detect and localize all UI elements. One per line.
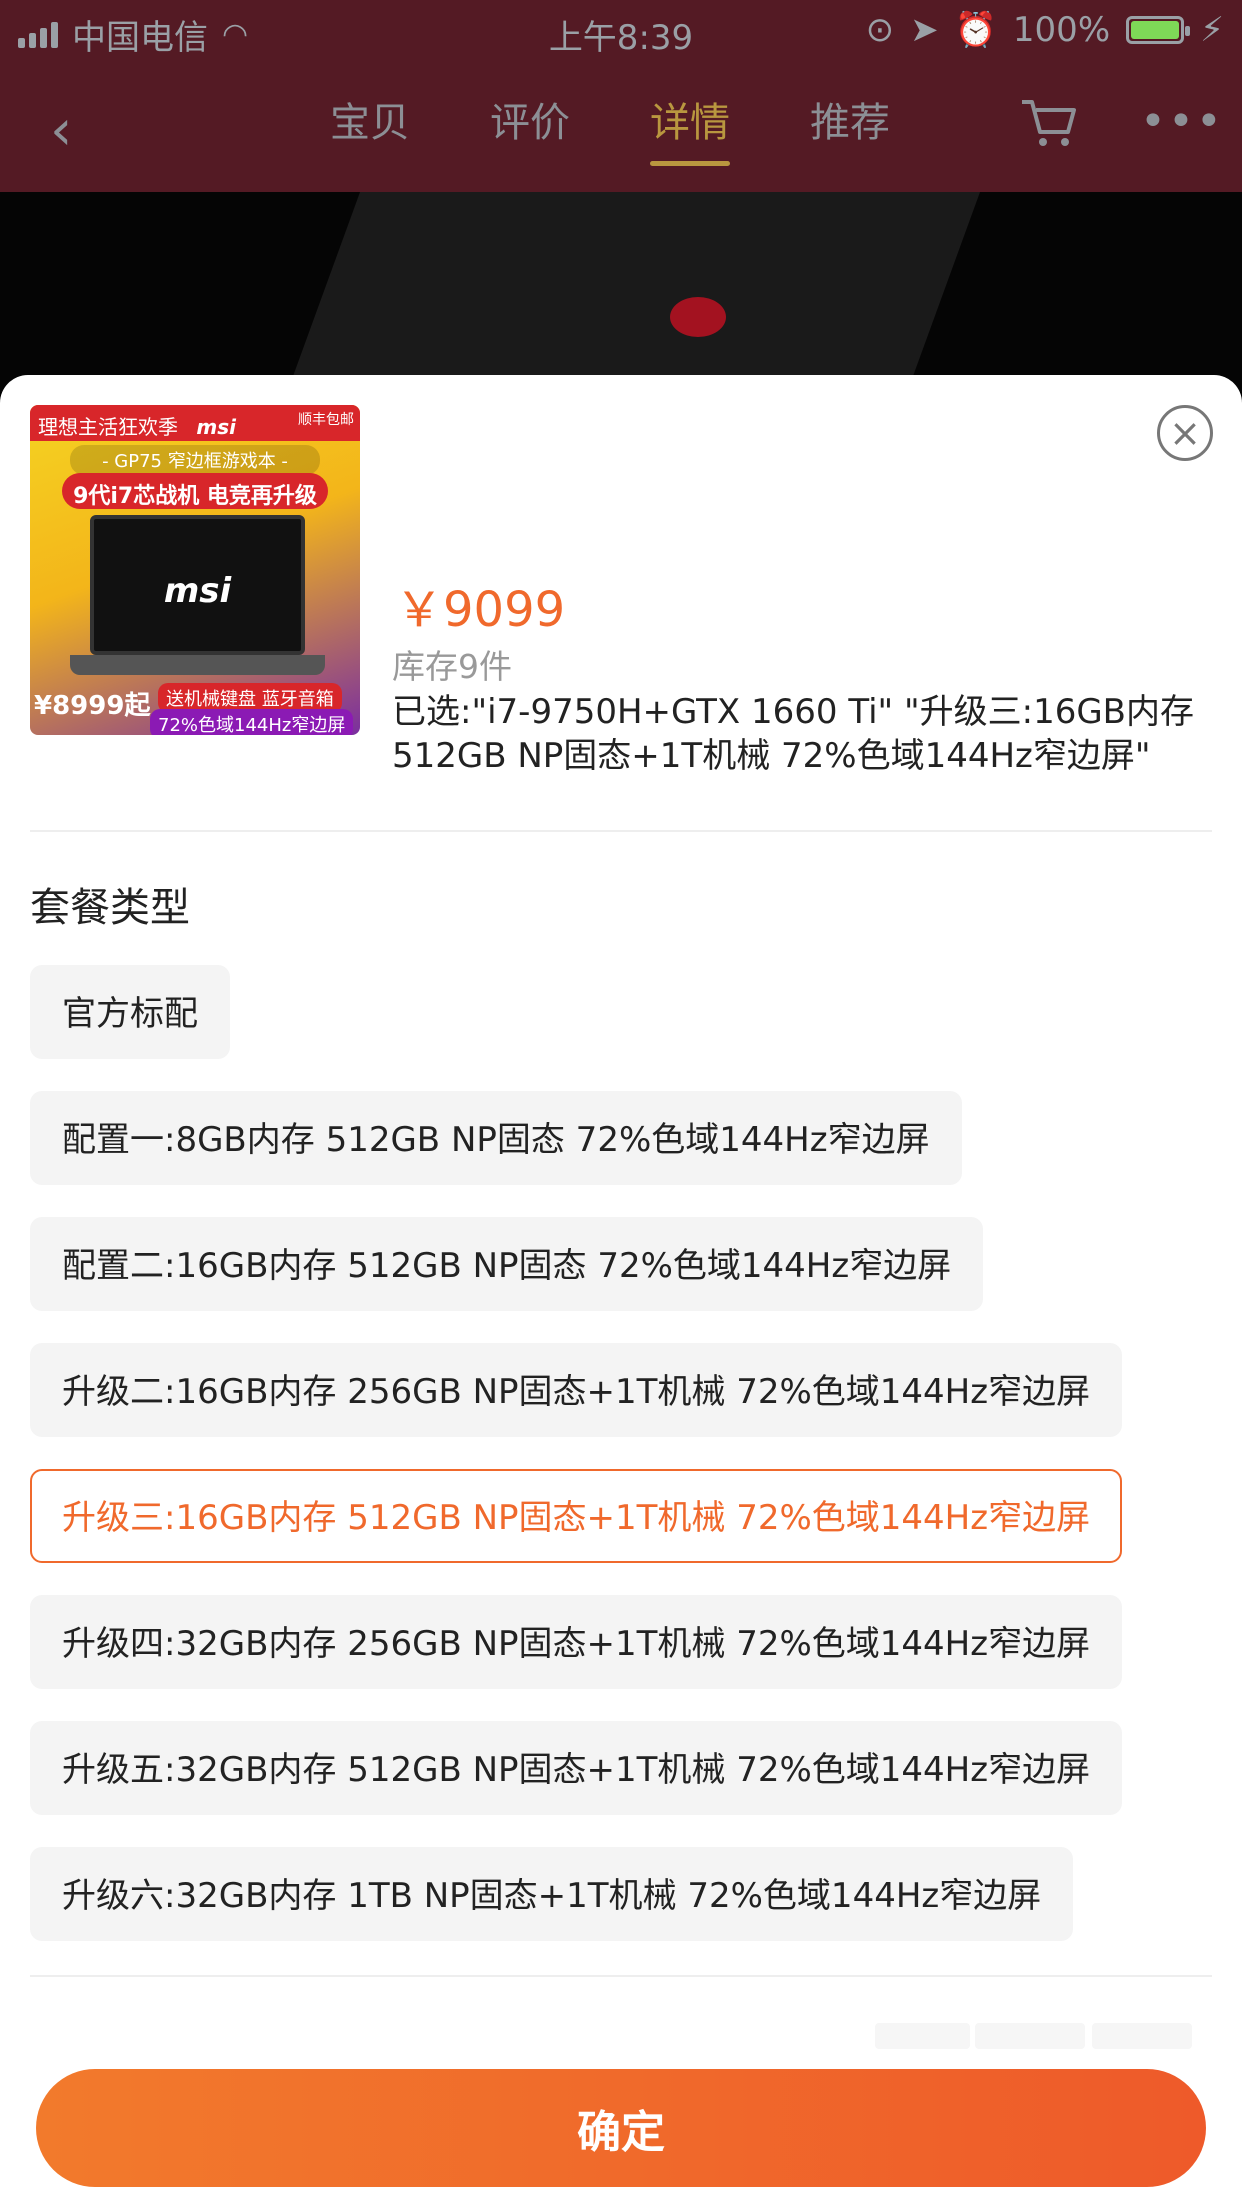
placeholder-bar: [1092, 2023, 1192, 2049]
sku-sheet: 理想主活狂欢季 msi 顺丰包邮 - GP75 窄边框游戏本 - 9代i7芯战机…: [0, 375, 1242, 2208]
package-option[interactable]: 升级五:32GB内存 512GB NP固态+1T机械 72%色域144Hz窄边屏: [30, 1721, 1123, 1815]
thumb-laptop: msi: [90, 515, 305, 655]
battery-level: [1131, 21, 1180, 39]
thumb-price: ¥8999起: [34, 691, 151, 721]
package-option-selected[interactable]: 升级三:16GB内存 512GB NP固态+1T机械 72%色域144Hz窄边屏: [30, 1469, 1123, 1563]
placeholder-bar: [975, 2023, 1085, 2049]
status-bar: 中国电信 ◠ 上午8:39 ⊙ ➤ ⏰ 100% ⚡: [0, 0, 1242, 62]
thumb-banner-text: 理想主活狂欢季: [38, 415, 178, 439]
tab-recommend[interactable]: 推荐: [810, 90, 890, 166]
close-icon[interactable]: ×: [1157, 405, 1213, 461]
laptop-silhouette: [279, 192, 981, 392]
tab-item[interactable]: 宝贝: [330, 90, 410, 166]
nav-bar: ‹ 宝贝 评价 详情 推荐 •••: [0, 70, 1242, 192]
charging-icon: ⚡: [1200, 10, 1224, 50]
section-title-package: 套餐类型: [30, 885, 190, 931]
more-icon[interactable]: •••: [1140, 96, 1224, 147]
package-option[interactable]: 配置一:8GB内存 512GB NP固态 72%色域144Hz窄边屏: [30, 1091, 962, 1185]
thumb-screen: 72%色域144Hz窄边屏: [150, 709, 354, 735]
thumb-title: - GP75 窄边框游戏本 -: [70, 445, 320, 475]
alarm-icon: ⏰: [954, 10, 997, 50]
product-hero-image: [0, 192, 1242, 392]
thumb-subtitle: 9代i7芯战机 电竞再升级: [62, 473, 328, 509]
product-thumbnail[interactable]: 理想主活狂欢季 msi 顺丰包邮 - GP75 窄边框游戏本 - 9代i7芯战机…: [30, 405, 360, 735]
confirm-button[interactable]: 确定: [36, 2069, 1206, 2187]
battery-icon: [1126, 16, 1191, 44]
battery-percent: 100%: [1012, 10, 1111, 50]
back-chevron-icon[interactable]: ‹: [50, 98, 72, 163]
lock-rotation-icon: ⊙: [865, 10, 895, 50]
header: 中国电信 ◠ 上午8:39 ⊙ ➤ ⏰ 100% ⚡ ‹ 宝贝 评价 详情 推荐…: [0, 0, 1242, 192]
placeholder-bar: [875, 2023, 970, 2049]
stock-count: 库存9件: [392, 647, 512, 686]
package-options: 官方标配 配置一:8GB内存 512GB NP固态 72%色域144Hz窄边屏 …: [30, 965, 1212, 1973]
selected-summary: 已选:"i7-9750H+GTX 1660 Ti" "升级三:16GB内存 51…: [392, 692, 1195, 776]
package-option[interactable]: 官方标配: [30, 965, 230, 1059]
location-icon: ➤: [910, 10, 939, 50]
package-option[interactable]: 配置二:16GB内存 512GB NP固态 72%色域144Hz窄边屏: [30, 1217, 984, 1311]
price: ￥9099: [395, 582, 566, 638]
thumb-tag: 顺丰包邮: [298, 412, 354, 428]
package-option[interactable]: 升级四:32GB内存 256GB NP固态+1T机械 72%色域144Hz窄边屏: [30, 1595, 1123, 1689]
cart-icon[interactable]: [1018, 92, 1078, 152]
tab-details[interactable]: 详情: [650, 90, 730, 166]
thumb-laptop-base: [70, 655, 325, 675]
status-right: ⊙ ➤ ⏰ 100% ⚡: [866, 10, 1224, 50]
tab-reviews[interactable]: 评价: [490, 90, 570, 166]
package-option[interactable]: 升级二:16GB内存 256GB NP固态+1T机械 72%色域144Hz窄边屏: [30, 1343, 1123, 1437]
brand-logo: [670, 297, 726, 337]
package-option[interactable]: 升级六:32GB内存 1TB NP固态+1T机械 72%色域144Hz窄边屏: [30, 1847, 1074, 1941]
thumb-banner: 理想主活狂欢季 msi 顺丰包邮: [30, 405, 360, 441]
nav-tabs: 宝贝 评价 详情 推荐: [330, 90, 890, 166]
divider: [30, 1975, 1212, 1977]
divider: [30, 830, 1212, 832]
thumb-brand: msi: [196, 415, 236, 439]
thumb-laptop-brand: msi: [163, 571, 232, 611]
